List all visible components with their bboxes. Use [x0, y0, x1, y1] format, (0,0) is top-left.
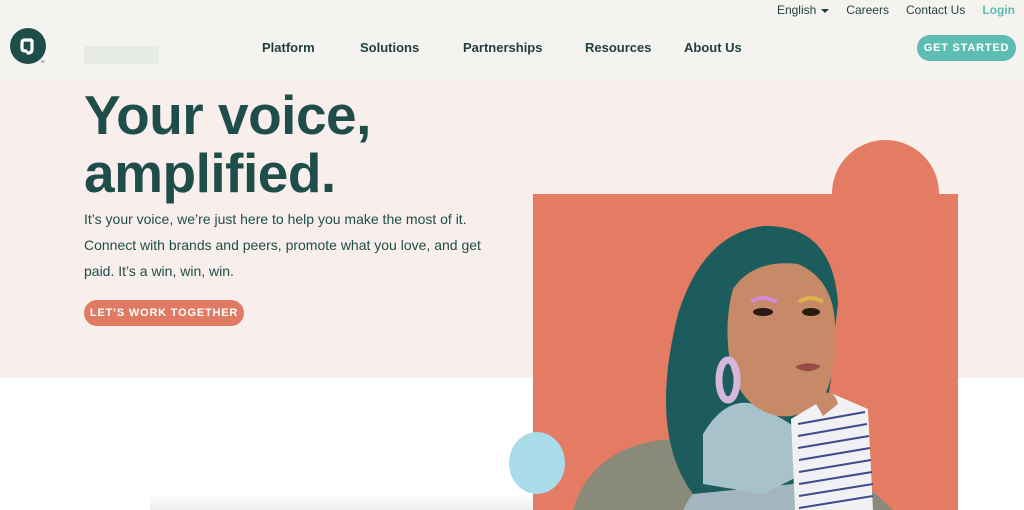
language-selector[interactable]: English — [776, 3, 830, 17]
utility-bar: English Careers Contact Us Login — [777, 3, 1015, 17]
get-started-button[interactable]: GET STARTED — [917, 35, 1016, 61]
nav-item-partnerships[interactable]: Partnerships — [463, 40, 542, 55]
person-illustration — [573, 225, 893, 510]
decorative-blue-circle — [509, 432, 565, 494]
language-label: English — [776, 3, 817, 17]
careers-link[interactable]: Careers — [846, 3, 889, 17]
nav-item-resources[interactable]: Resources — [585, 40, 651, 55]
nav-item-about-us[interactable]: About Us — [684, 40, 742, 55]
login-link[interactable]: Login — [982, 3, 1015, 17]
chevron-down-icon — [821, 9, 830, 13]
nav-item-platform[interactable]: Platform — [262, 40, 315, 55]
trademark-symbol: ™ — [40, 60, 45, 66]
contact-us-link[interactable]: Contact Us — [906, 3, 965, 17]
card-shadow — [150, 493, 532, 510]
hero-body: It’s your voice, we’re just here to help… — [84, 211, 481, 279]
headline-line-2: amplified. — [84, 142, 336, 204]
hero-photo — [533, 194, 958, 510]
nav-item-solutions[interactable]: Solutions — [360, 40, 419, 55]
site-header: English Careers Contact Us Login ™ Platf… — [0, 0, 1024, 80]
lets-work-together-button[interactable]: LET’S WORK TOGETHER — [84, 300, 244, 326]
main-nav: Platform Solutions Partnerships Resource… — [0, 40, 1024, 56]
hero-headline: Your voice, amplified. — [84, 86, 371, 202]
headline-line-1: Your voice, — [84, 84, 371, 146]
